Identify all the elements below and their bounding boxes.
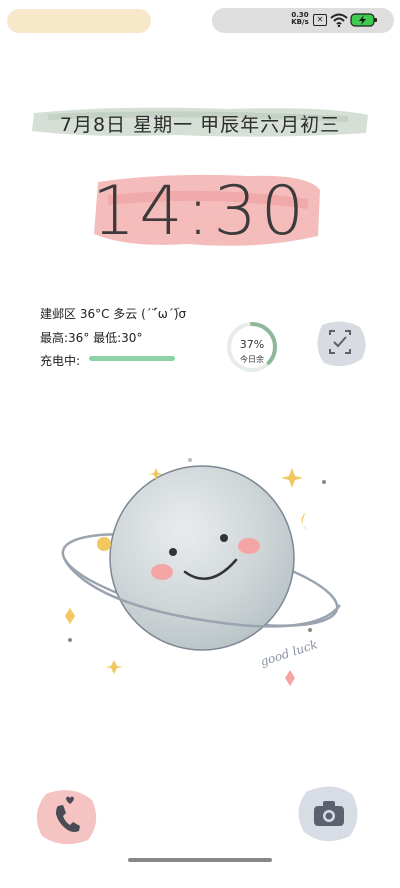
- network-speed: 0.30 KB/s: [288, 12, 312, 26]
- day-remaining-label: 今日余: [240, 355, 264, 364]
- phone-shortcut-button[interactable]: [32, 786, 100, 848]
- home-indicator[interactable]: [128, 858, 272, 862]
- charging-label: 充电中:: [40, 354, 81, 368]
- day-remaining-percent: 37%: [239, 338, 265, 351]
- temperature-range: 最高:36° 最低:30°: [40, 331, 143, 345]
- camera-shortcut-button[interactable]: [294, 782, 362, 844]
- planet-illustration: good luck: [61, 458, 342, 686]
- scan-button[interactable]: [312, 319, 368, 369]
- wifi-icon: [330, 13, 348, 27]
- battery-charging-icon: [350, 13, 377, 27]
- net-speed-unit: KB/s: [291, 18, 309, 26]
- good-luck-caption: good luck: [259, 637, 320, 669]
- lock-time: 14:30: [92, 172, 308, 251]
- lock-date: 7月8日 星期一 甲辰年六月初三: [59, 114, 341, 136]
- x-box-icon: ✕: [313, 14, 327, 26]
- charge-bar-fill: [89, 356, 175, 361]
- status-bar-left-pill: [7, 9, 151, 33]
- weather-text: 建邺区 36°C 多云 (´ۜۜ´ω´ۜۜ)σ: [40, 307, 187, 321]
